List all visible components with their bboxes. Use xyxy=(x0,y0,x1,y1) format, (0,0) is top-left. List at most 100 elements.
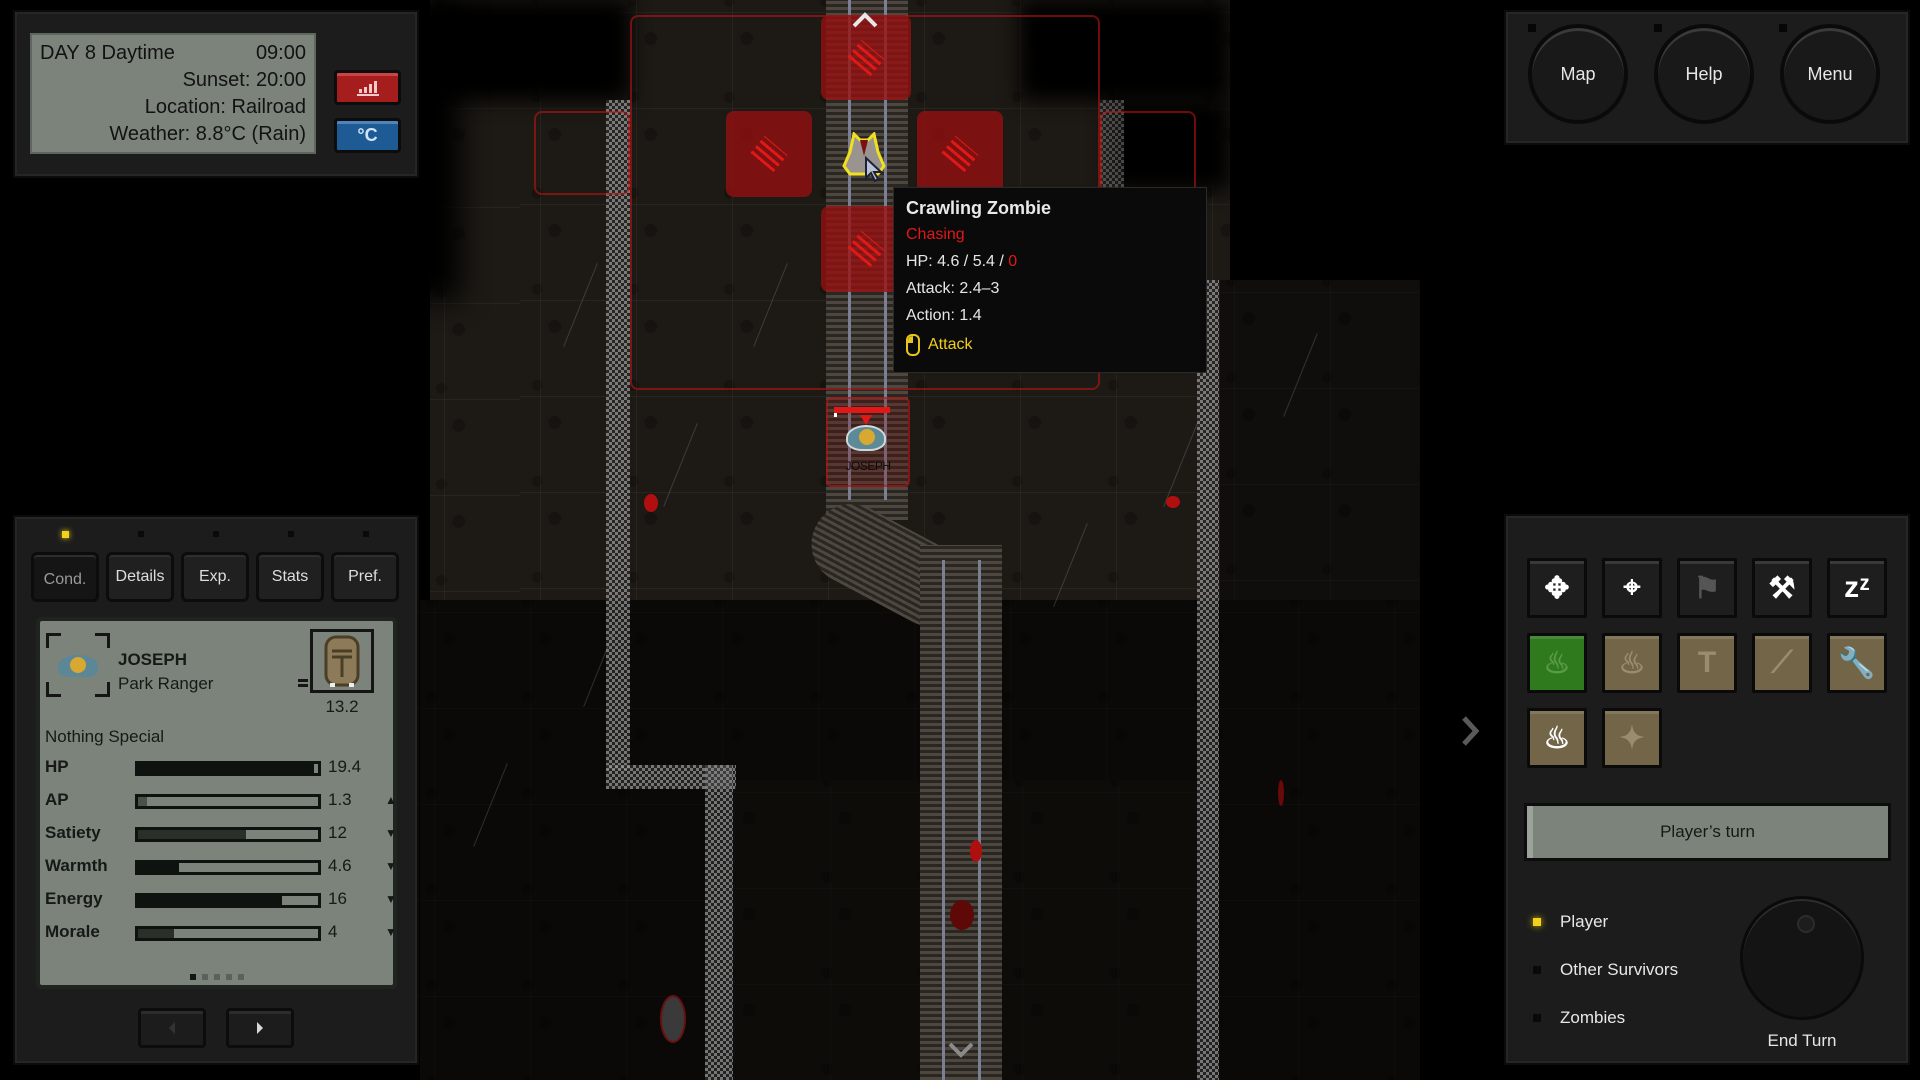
blood-splatter xyxy=(1278,780,1284,806)
statistics-button[interactable] xyxy=(334,70,401,105)
stat-label: Morale xyxy=(45,922,100,941)
attack-tile-east[interactable] xyxy=(917,111,1003,197)
portrait-frame[interactable] xyxy=(46,633,110,697)
tab-stats[interactable]: Stats xyxy=(256,552,324,602)
make-fire-icon: ♨ xyxy=(1543,721,1571,755)
stat-row-warmth: Warmth 4.6 ▼ xyxy=(45,856,397,880)
move-icon: ✥ xyxy=(1544,571,1570,605)
tab-preferences[interactable]: Pref. xyxy=(331,552,399,602)
wrench-action-button[interactable]: 🔧 xyxy=(1827,633,1887,693)
bar-chart-icon xyxy=(356,80,379,96)
page-indicator xyxy=(190,974,244,980)
character-portrait xyxy=(58,655,98,677)
flashlight-action-button[interactable]: ✦ xyxy=(1602,708,1662,768)
tab-indicator xyxy=(363,531,369,537)
stat-bar xyxy=(135,893,321,908)
next-character-button[interactable] xyxy=(226,1008,294,1048)
stat-bar-fill xyxy=(138,896,282,905)
temperature-unit-button[interactable]: °C xyxy=(334,118,401,153)
stat-value: 16 xyxy=(328,889,347,908)
move-action-button[interactable]: ✥ xyxy=(1527,558,1587,618)
stat-value: 12 xyxy=(328,823,347,842)
wrench-icon: 🔧 xyxy=(1838,646,1876,680)
campfire-action-button[interactable]: ♨ xyxy=(1527,633,1587,693)
page-dot-active xyxy=(190,974,196,980)
sleep-action-button[interactable]: zᶻ xyxy=(1827,558,1887,618)
weather-label: Weather: 8.8°C (Rain) xyxy=(109,123,306,145)
rail xyxy=(978,560,981,1080)
mouse-left-click-icon xyxy=(906,334,920,356)
character-profession: Park Ranger xyxy=(118,674,214,693)
corpse-object[interactable] xyxy=(660,995,686,1043)
target-action-button[interactable]: ⌖ xyxy=(1602,558,1662,618)
status-screen: DAY 8 Daytime 09:00 Sunset: 20:00 Locati… xyxy=(30,33,316,154)
turn-status-bar: Player’s turn xyxy=(1524,803,1891,861)
tab-experience[interactable]: Exp. xyxy=(181,552,249,602)
player-ap-bar xyxy=(834,413,837,417)
player-tile[interactable]: JOSEPH xyxy=(826,397,910,487)
location-label: Location: Railroad xyxy=(144,96,306,118)
build-anvil-action-button[interactable]: ⚒ xyxy=(1752,558,1812,618)
tab-condition[interactable]: Cond. xyxy=(31,552,99,602)
stat-row-energy: Energy 16 ▼ xyxy=(45,889,397,913)
tooltip-click-hint: Attack xyxy=(906,334,972,356)
tooltip-attack: Attack: 2.4–3 xyxy=(906,280,1000,297)
stat-bar xyxy=(135,761,321,776)
hammer-action-button[interactable]: T xyxy=(1677,633,1737,693)
stat-bar-fill xyxy=(138,764,315,773)
stat-label: Satiety xyxy=(45,823,101,842)
stat-bar xyxy=(135,794,321,809)
help-button[interactable]: Help xyxy=(1654,24,1754,124)
stat-bar-fill xyxy=(138,929,174,938)
sunset-label: Sunset: 20:00 xyxy=(182,69,306,91)
stat-label: Energy xyxy=(45,889,103,908)
fence-east xyxy=(1197,280,1219,1080)
scroll-right-arrow-icon[interactable] xyxy=(1460,714,1484,753)
attack-tile-west[interactable] xyxy=(726,111,812,197)
target-marker-icon xyxy=(860,415,872,425)
menu-button[interactable]: Menu xyxy=(1780,24,1880,124)
equals-sign xyxy=(298,679,308,682)
stat-label: Warmth xyxy=(45,856,108,875)
stat-bar xyxy=(135,926,321,941)
map-button[interactable]: Map xyxy=(1528,24,1628,124)
trend-down-icon: ▼ xyxy=(385,925,397,939)
make-fire-action-button[interactable]: ♨ xyxy=(1527,708,1587,768)
stat-bar-fill xyxy=(138,830,246,839)
tab-indicator-active xyxy=(62,531,69,538)
scroll-down-arrow-icon[interactable] xyxy=(946,1040,976,1065)
tooltip-click-action: Attack xyxy=(928,336,973,353)
end-turn-knob[interactable] xyxy=(1740,896,1864,1020)
previous-character-button[interactable] xyxy=(138,1008,206,1048)
blood-splatter xyxy=(950,900,974,930)
tab-details[interactable]: Details xyxy=(106,552,174,602)
cooking-action-button[interactable]: ♨ xyxy=(1602,633,1662,693)
scroll-up-arrow-icon[interactable] xyxy=(850,8,880,34)
flashlight-icon: ✦ xyxy=(1619,721,1645,755)
signpost-action-button[interactable]: ⚑ xyxy=(1677,558,1737,618)
knife-action-button[interactable]: ⟋ xyxy=(1752,633,1812,693)
arrow-right-icon xyxy=(257,1022,263,1034)
stat-value: 4.6 xyxy=(328,856,352,875)
backpack-slot[interactable] xyxy=(310,629,374,693)
phase-indicator-player xyxy=(1533,918,1541,926)
tooltip-title: Crawling Zombie xyxy=(906,198,1052,218)
tooltip-hp: HP: 4.6 / 5.4 / 0 xyxy=(906,253,1017,271)
blood-splatter xyxy=(644,494,658,512)
knob-marker xyxy=(1797,915,1815,933)
stat-value: 4 xyxy=(328,922,338,941)
stat-value: 1.3 xyxy=(328,790,352,809)
backpack-icon xyxy=(324,635,360,687)
build-anvil-icon: ⚒ xyxy=(1768,571,1796,605)
character-card: JOSEPH Park Ranger 13.2 Nothing Special … xyxy=(36,617,397,989)
sleep-icon: zᶻ xyxy=(1844,571,1870,604)
zombie-threat-zone-west xyxy=(534,111,630,195)
indicator-dot xyxy=(1528,24,1536,32)
hammer-icon: T xyxy=(1697,646,1717,679)
trend-up-icon: ▲ xyxy=(385,793,397,807)
condition-text: Nothing Special xyxy=(45,727,165,746)
page-dot xyxy=(214,974,220,980)
character-name: JOSEPH xyxy=(118,650,187,669)
stat-bar-fill xyxy=(138,863,180,872)
stat-bar xyxy=(135,860,321,875)
